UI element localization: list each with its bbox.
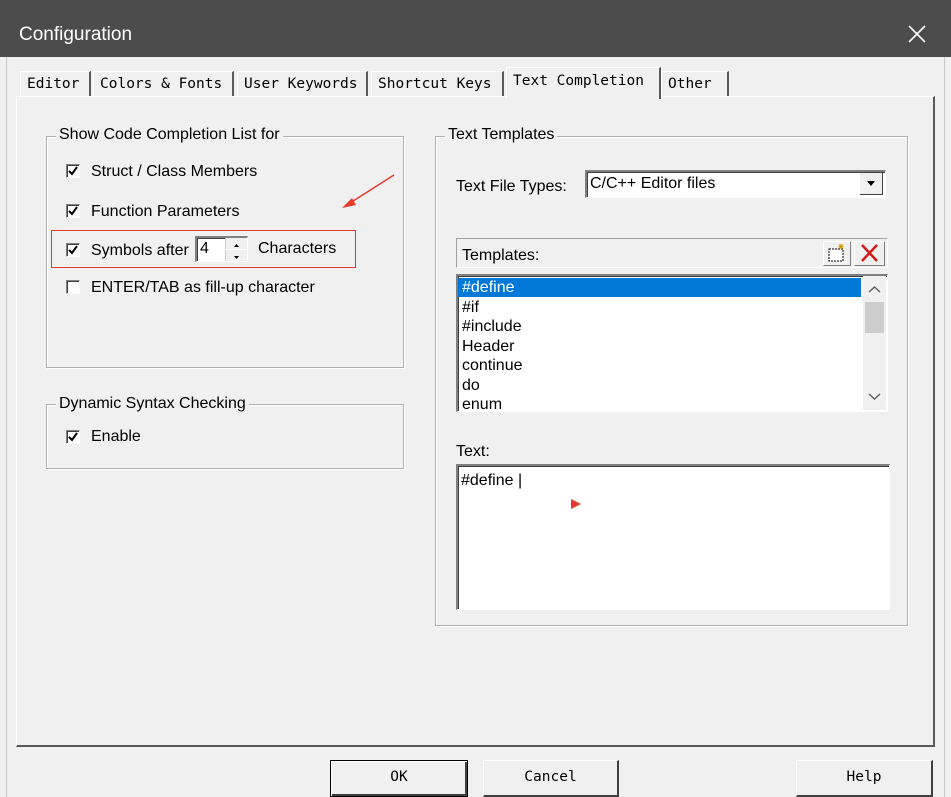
tab-label: Colors & Fonts <box>100 76 223 92</box>
struct-members-checkbox[interactable] <box>66 164 80 178</box>
scroll-up-icon[interactable] <box>863 279 886 299</box>
tab-label: User Keywords <box>244 76 358 92</box>
close-icon[interactable] <box>905 22 929 46</box>
tab-user-keywords[interactable]: User Keywords <box>237 71 368 97</box>
ok-button[interactable]: OK <box>330 760 468 797</box>
annotation-pointer-icon <box>571 499 581 509</box>
tab-label: Other <box>668 76 712 92</box>
enter-tab-checkbox[interactable] <box>66 280 80 294</box>
text-label: Text: <box>456 443 490 460</box>
syntax-checking-group-label: Dynamic Syntax Checking <box>56 395 249 413</box>
template-text-value: #define | <box>461 472 523 489</box>
help-button[interactable]: Help <box>796 760 933 797</box>
annotation-arrow-icon <box>342 174 395 208</box>
scroll-down-icon[interactable] <box>863 387 886 407</box>
delete-template-button[interactable] <box>854 241 885 266</box>
ok-button-label: OK <box>390 769 408 785</box>
template-list-item[interactable]: Header <box>458 337 861 356</box>
cancel-button[interactable]: Cancel <box>483 760 619 797</box>
template-list-item[interactable]: enum <box>458 395 861 411</box>
help-button-label: Help <box>846 769 882 785</box>
title-bar <box>0 0 951 57</box>
template-text-editor[interactable]: #define | <box>456 464 890 610</box>
tab-shortcut-keys[interactable]: Shortcut Keys <box>371 71 504 97</box>
syntax-enable-label: Enable <box>91 428 141 445</box>
file-types-value: C/C++ Editor files <box>590 175 716 192</box>
tab-editor[interactable]: Editor <box>20 71 91 97</box>
tab-other[interactable]: Other <box>661 71 729 97</box>
new-template-button[interactable] <box>823 241 851 266</box>
cancel-button-label: Cancel <box>524 769 577 785</box>
symbols-count-value: 4 <box>200 240 209 257</box>
spinner-down-button[interactable] <box>225 250 247 261</box>
symbols-count-spinner[interactable]: 4 <box>195 236 248 262</box>
text-templates-group-label: Text Templates <box>445 126 558 144</box>
file-types-dropdown[interactable]: C/C++ Editor files <box>585 170 886 198</box>
symbols-after-checkbox[interactable] <box>66 243 80 257</box>
characters-label: Characters <box>258 240 337 257</box>
delete-icon <box>861 244 878 262</box>
template-list-item[interactable]: #define <box>458 278 861 297</box>
syntax-enable-checkbox[interactable] <box>66 430 80 444</box>
new-item-icon <box>828 244 844 262</box>
tab-label: Shortcut Keys <box>378 76 492 92</box>
template-list-item[interactable]: #include <box>458 317 861 336</box>
tab-text-completion[interactable]: Text Completion <box>506 67 661 99</box>
template-list-item[interactable]: do <box>458 376 861 395</box>
spinner-up-button[interactable] <box>225 238 247 249</box>
enter-tab-label: ENTER/TAB as fill-up character <box>91 279 315 296</box>
scroll-thumb[interactable] <box>865 302 884 333</box>
symbols-after-label: Symbols after <box>91 242 189 259</box>
template-list-item[interactable]: continue <box>458 356 861 375</box>
template-list-item[interactable]: #if <box>458 298 861 317</box>
window-title: Configuration <box>19 24 133 45</box>
struct-members-label: Struct / Class Members <box>91 163 258 180</box>
function-params-label: Function Parameters <box>91 203 240 220</box>
templates-scrollbar[interactable] <box>863 276 886 410</box>
tab-label: Editor <box>27 76 80 92</box>
file-types-label: Text File Types: <box>456 178 567 195</box>
tab-colors-fonts[interactable]: Colors & Fonts <box>93 71 234 97</box>
chevron-down-icon[interactable] <box>860 173 883 195</box>
tab-label: Text Completion <box>513 73 644 89</box>
templates-list[interactable]: #define #if #include Header continue do enum <box>456 274 888 412</box>
function-params-checkbox[interactable] <box>66 204 80 218</box>
code-completion-group-label: Show Code Completion List for <box>56 126 283 144</box>
templates-label: Templates: <box>462 247 540 264</box>
